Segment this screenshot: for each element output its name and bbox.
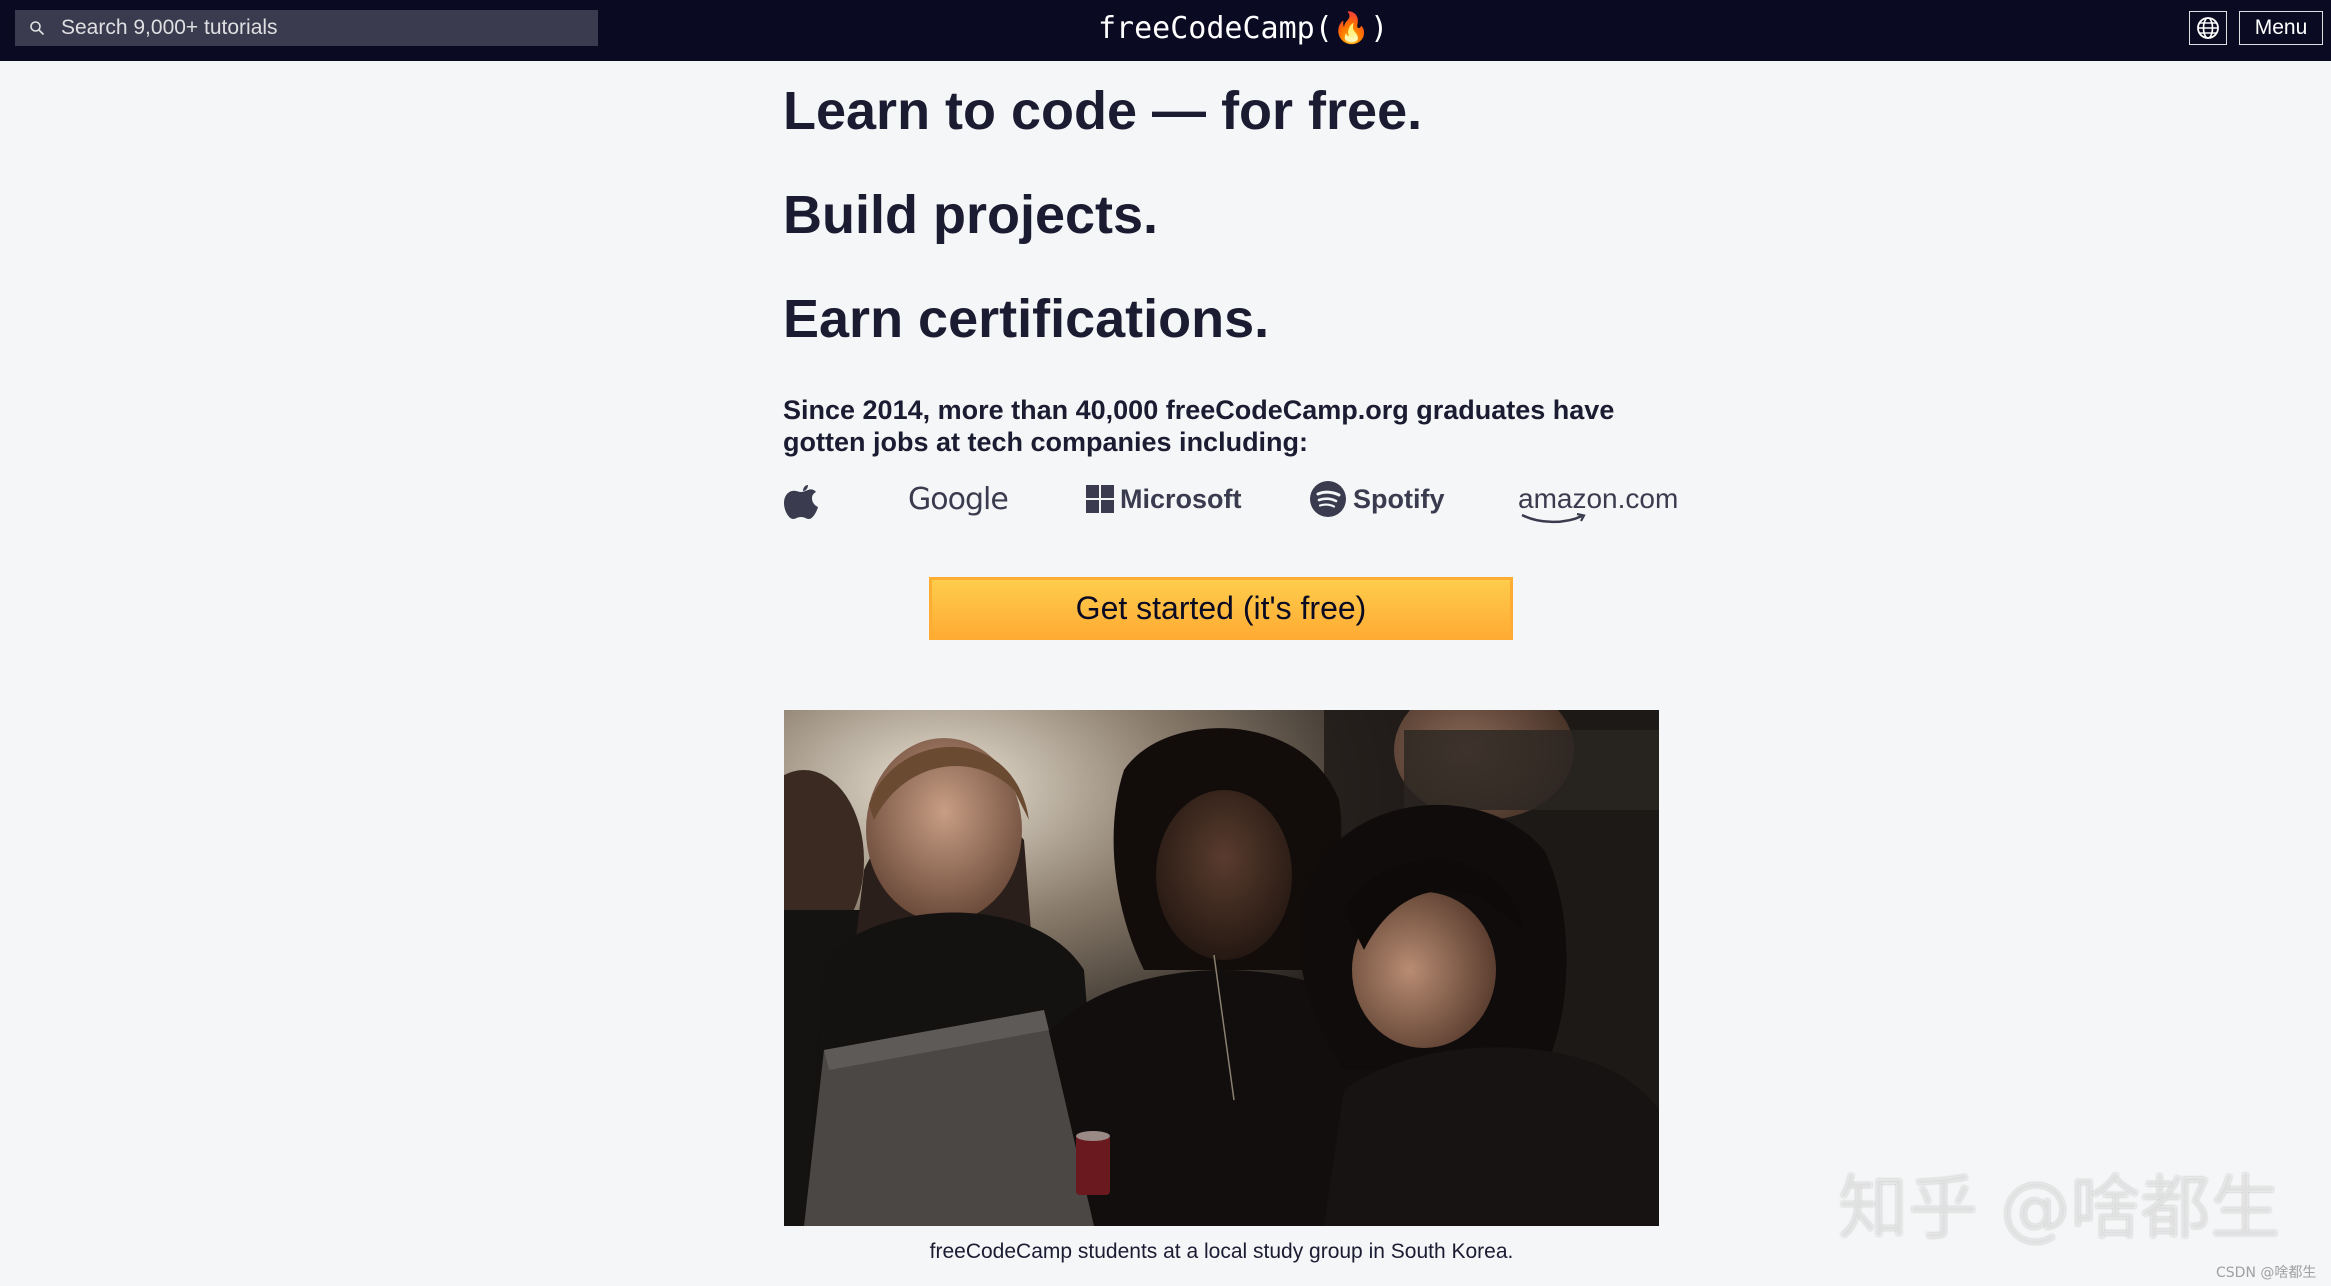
globe-icon [2197,17,2219,39]
apple-logo [783,474,819,524]
watermark-small: CSDN @啥都生 [2216,1265,2317,1281]
microsoft-icon [1086,485,1114,513]
google-logo: Google [908,481,1009,517]
amazon-label: amazon.com [1518,483,1679,514]
spotify-icon [1310,481,1346,517]
microsoft-label: Microsoft [1120,483,1242,514]
students-photo [784,710,1659,1226]
headline-learn: Learn to code — for free. [783,81,1423,141]
language-button[interactable] [2189,11,2227,45]
company-logos: Google Microsoft Spotify amazon.com [783,474,1678,534]
search-input[interactable] [61,16,581,40]
site-logo[interactable]: freeCodeCamp(🔥) [1098,9,1388,49]
photo-caption: freeCodeCamp students at a local study g… [929,1240,1514,1263]
headline-earn: Earn certifications. [783,289,1270,349]
watermark: 知乎 @啥都生 [1838,1167,2281,1249]
spotify-logo: Spotify [1309,474,1445,524]
amazon-logo: amazon.com [1518,474,1678,524]
spotify-label: Spotify [1353,483,1445,514]
get-started-button[interactable]: Get started (it's free) [929,577,1513,640]
amazon-smile-icon [1521,513,1586,524]
menu-button[interactable]: Menu [2239,11,2323,45]
search-bar[interactable] [15,10,598,46]
microsoft-logo: Microsoft [1086,474,1242,524]
navbar: freeCodeCamp(🔥) Menu [0,0,2331,61]
graduates-text: Since 2014, more than 40,000 freeCodeCam… [783,395,1615,457]
headline-build: Build projects. [783,185,1159,245]
search-icon [27,18,47,38]
